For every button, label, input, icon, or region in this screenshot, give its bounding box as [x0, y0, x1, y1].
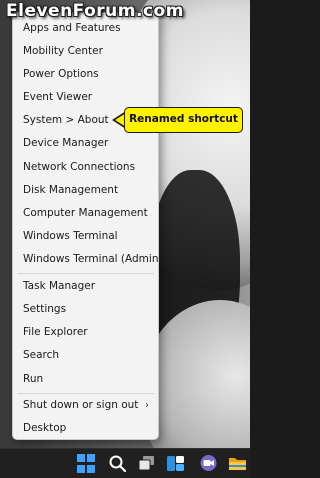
menu-item-computer-management[interactable]: Computer Management: [13, 202, 158, 225]
taskbar: [0, 448, 250, 478]
chat-icon[interactable]: [199, 454, 218, 473]
menu-item-task-manager[interactable]: Task Manager: [13, 275, 158, 298]
menu-item-shut-down-or-sign-out[interactable]: Shut down or sign out ›: [13, 394, 158, 417]
menu-item-label: Shut down or sign out: [23, 399, 139, 411]
menu-item-device-manager[interactable]: Device Manager: [13, 132, 158, 155]
task-view-icon[interactable]: [137, 454, 156, 473]
menu-item-power-options[interactable]: Power Options: [13, 63, 158, 86]
widgets-icon[interactable]: [166, 454, 185, 473]
menu-item-run[interactable]: Run: [13, 368, 158, 391]
callout-label: Renamed shortcut: [124, 107, 243, 133]
menu-item-mobility-center[interactable]: Mobility Center: [13, 40, 158, 63]
windows-start-icon[interactable]: [77, 454, 96, 473]
menu-item-search[interactable]: Search: [13, 344, 158, 367]
search-icon[interactable]: [108, 454, 127, 473]
menu-item-windows-terminal-admin[interactable]: Windows Terminal (Admin): [13, 248, 163, 271]
menu-separator: [17, 273, 154, 274]
menu-item-settings[interactable]: Settings: [13, 298, 158, 321]
menu-item-desktop[interactable]: Desktop: [13, 417, 158, 440]
chevron-right-icon: ›: [145, 400, 149, 411]
menu-item-network-connections[interactable]: Network Connections: [13, 156, 158, 179]
menu-item-disk-management[interactable]: Disk Management: [13, 179, 158, 202]
menu-item-windows-terminal[interactable]: Windows Terminal: [13, 225, 158, 248]
watermark: ElevenForum.com: [6, 1, 184, 21]
file-explorer-icon[interactable]: [228, 454, 247, 473]
menu-item-file-explorer[interactable]: File Explorer: [13, 321, 158, 344]
winx-quick-link-menu: Apps and Features Mobility Center Power …: [12, 12, 163, 440]
menu-item-event-viewer[interactable]: Event Viewer: [13, 86, 158, 109]
